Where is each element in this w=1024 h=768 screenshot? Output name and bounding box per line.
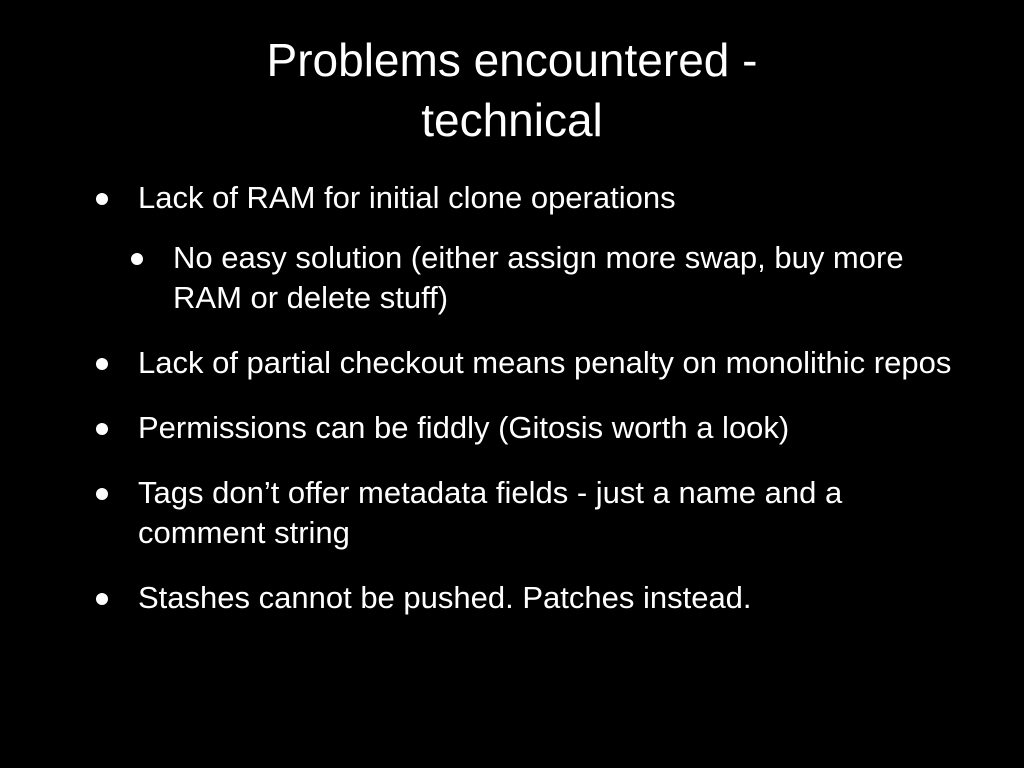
bullet-text: Lack of RAM for initial clone operations bbox=[138, 180, 676, 215]
bullet-item: Stashes cannot be pushed. Patches instea… bbox=[0, 578, 1024, 618]
slide: Problems encountered - technical Lack of… bbox=[0, 0, 1024, 768]
slide-title: Problems encountered - technical bbox=[0, 30, 1024, 150]
bullet-dot-icon bbox=[96, 593, 108, 605]
sub-bullet-item: No easy solution (either assign more swa… bbox=[0, 238, 1024, 318]
bullet-dot-icon bbox=[96, 423, 108, 435]
bullet-dot-icon bbox=[96, 488, 108, 500]
bullet-text: Stashes cannot be pushed. Patches instea… bbox=[138, 580, 752, 615]
bullet-item: Lack of RAM for initial clone operations bbox=[0, 178, 1024, 218]
bullet-text: Tags don’t offer metadata fields - just … bbox=[138, 475, 843, 550]
bullet-text: No easy solution (either assign more swa… bbox=[173, 240, 904, 315]
bullet-text: Permissions can be fiddly (Gitosis worth… bbox=[138, 410, 790, 445]
bullet-item: Tags don’t offer metadata fields - just … bbox=[0, 473, 1024, 553]
slide-title-line-2: technical bbox=[421, 94, 603, 146]
bullet-item: Permissions can be fiddly (Gitosis worth… bbox=[0, 408, 1024, 448]
bullet-list: Lack of RAM for initial clone operations… bbox=[0, 178, 1024, 643]
bullet-dot-icon bbox=[131, 253, 143, 265]
bullet-dot-icon bbox=[96, 358, 108, 370]
bullet-dot-icon bbox=[96, 193, 108, 205]
slide-title-line-1: Problems encountered - bbox=[266, 34, 758, 86]
bullet-text: Lack of partial checkout means penalty o… bbox=[138, 345, 952, 380]
bullet-item: Lack of partial checkout means penalty o… bbox=[0, 343, 1024, 383]
